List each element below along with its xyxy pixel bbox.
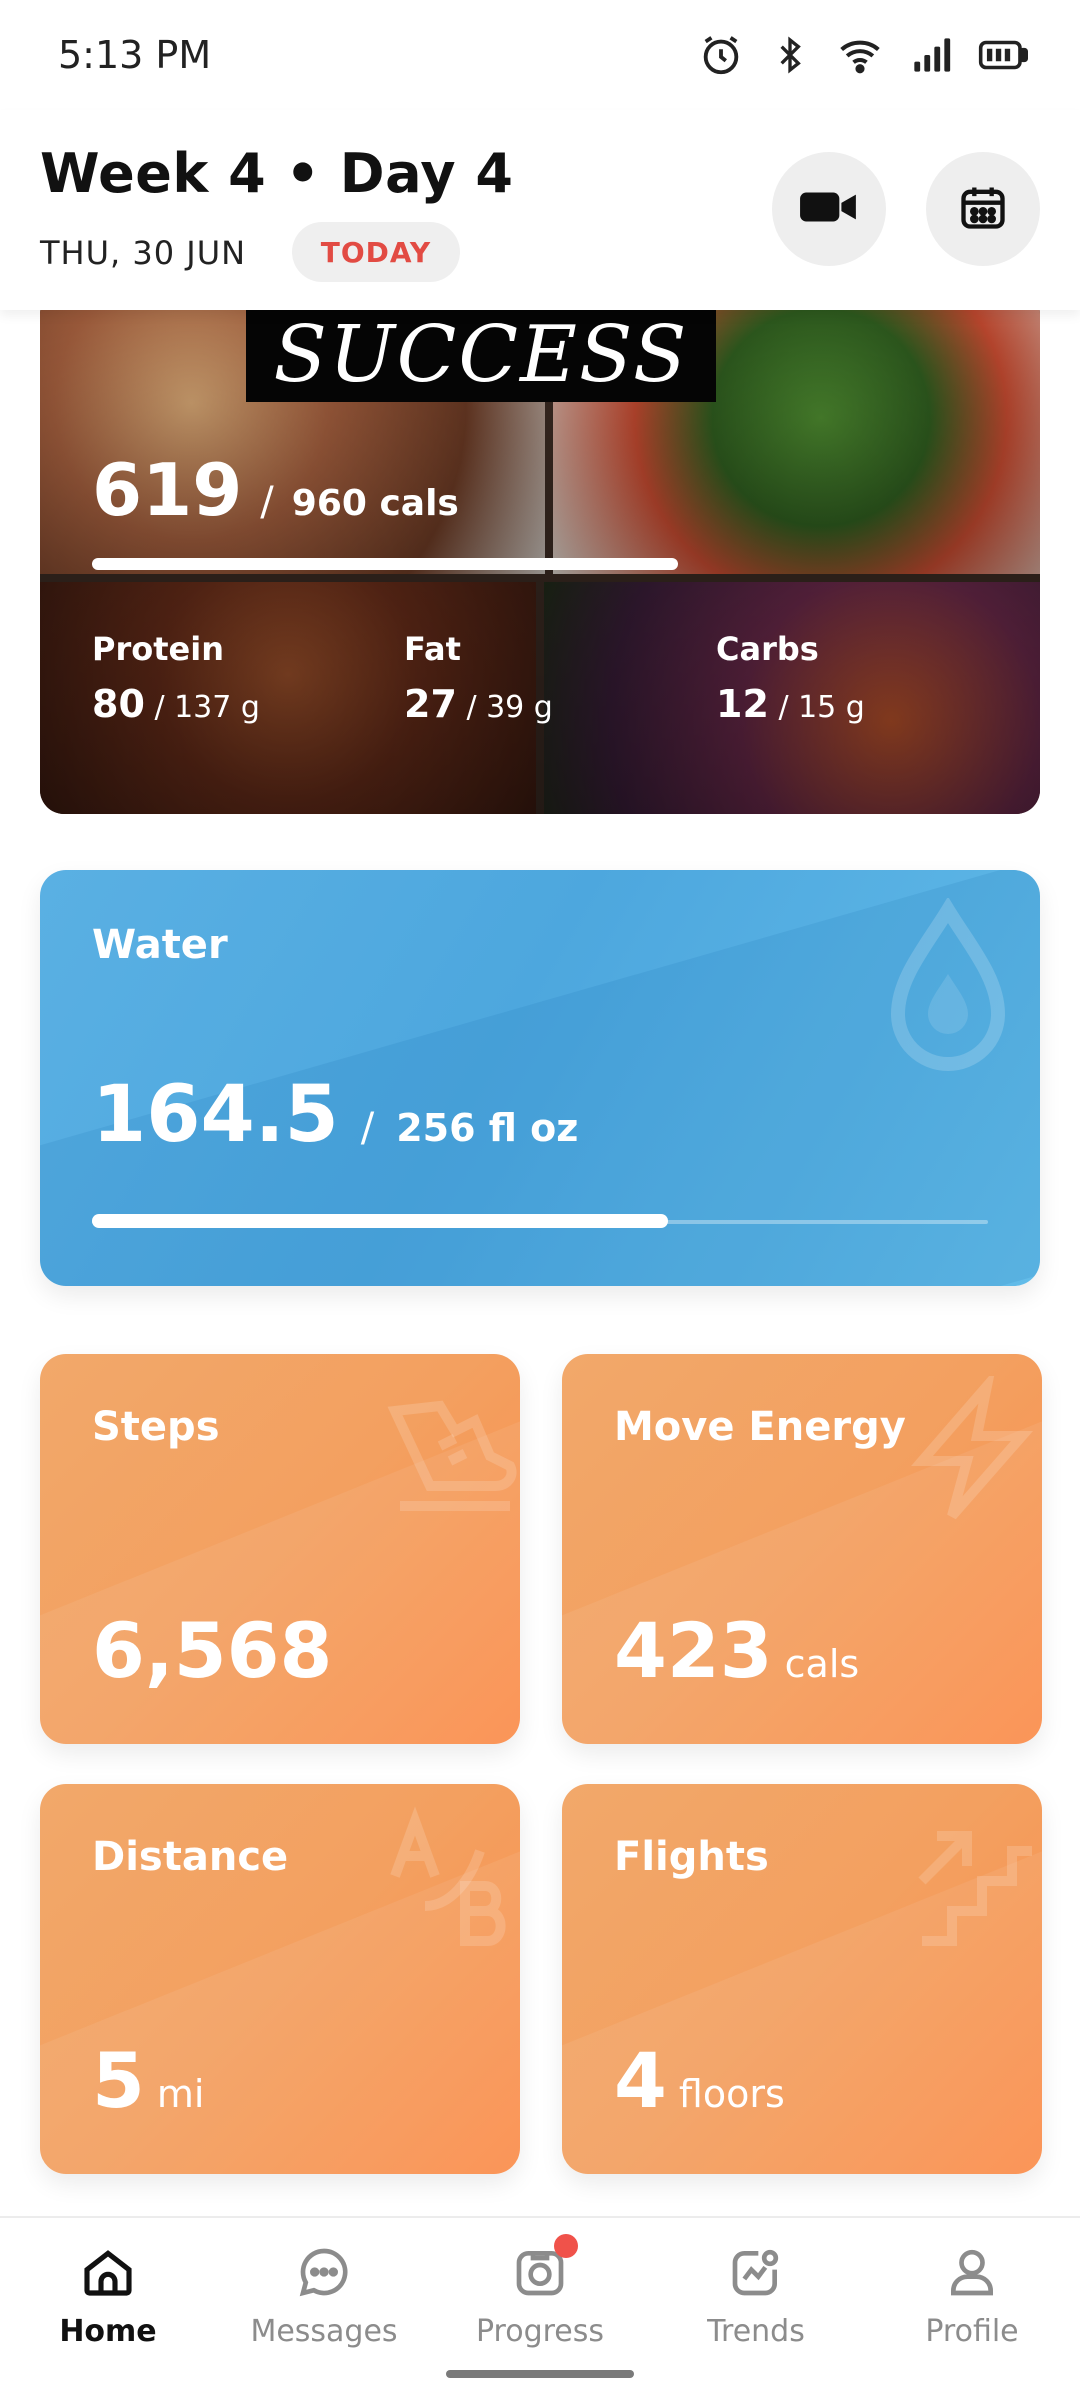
- nav-home[interactable]: Home: [0, 2218, 216, 2400]
- move-energy-readout: 423 cals: [614, 1606, 859, 1695]
- macro-label: Carbs: [716, 630, 819, 668]
- home-icon: [80, 2244, 136, 2300]
- nav-label: Trends: [707, 2314, 805, 2349]
- nav-label: Progress: [475, 2314, 605, 2349]
- steps-tile[interactable]: Steps 6,568: [40, 1354, 520, 1744]
- water-drop-icon: [878, 896, 1018, 1082]
- water-title: Water: [92, 922, 228, 968]
- trends-icon: [728, 2244, 784, 2300]
- signal-icon: [910, 35, 952, 75]
- status-time: 5:13 PM: [58, 33, 212, 77]
- a-to-b-icon: [380, 1806, 520, 1960]
- steps-value: 6,568: [92, 1606, 333, 1695]
- flights-readout: 4 floors: [614, 2036, 785, 2125]
- water-card[interactable]: Water 164.5 / 256 fl oz: [40, 870, 1040, 1286]
- nav-profile[interactable]: Profile: [864, 2218, 1080, 2400]
- macro-carbs: Carbs 12 / 15 g: [716, 630, 865, 726]
- status-bar: 5:13 PM: [0, 0, 1080, 110]
- today-badge[interactable]: TODAY: [292, 222, 460, 282]
- water-slash: /: [360, 1105, 375, 1151]
- calories-goal: 960 cals: [291, 483, 459, 524]
- distance-readout: 5 mi: [92, 2036, 204, 2125]
- move-energy-unit: cals: [784, 1642, 860, 1686]
- video-button[interactable]: [772, 152, 886, 266]
- water-readout: 164.5 / 256 fl oz: [92, 1070, 578, 1160]
- macro-protein: Protein 80 / 137 g: [92, 630, 260, 726]
- page-title: Week 4 • Day 4: [40, 142, 514, 205]
- nav-messages[interactable]: Messages: [216, 2218, 432, 2400]
- dashboard-scroll[interactable]: SUCCESS 619 / 960 cals Protein 80 / 137 …: [0, 310, 1080, 2216]
- distance-unit: mi: [156, 2072, 205, 2116]
- macro-label: Fat: [404, 630, 461, 668]
- move-energy-title: Move Energy: [614, 1404, 906, 1450]
- stairs-icon: [902, 1806, 1042, 1960]
- distance-value: 5: [92, 2036, 145, 2125]
- macro-value: 80 / 137 g: [92, 682, 260, 726]
- video-camera-icon: [798, 185, 860, 233]
- wifi-icon: [836, 33, 884, 77]
- calories-readout: 619 / 960 cals: [92, 448, 459, 532]
- move-energy-value: 423: [614, 1606, 773, 1695]
- flights-value: 4: [614, 2036, 667, 2125]
- nav-label: Profile: [925, 2314, 1019, 2349]
- nav-label: Messages: [250, 2314, 398, 2349]
- water-value: 164.5: [92, 1070, 339, 1160]
- nutrition-card[interactable]: SUCCESS 619 / 960 cals Protein 80 / 137 …: [40, 310, 1040, 814]
- notification-dot: [554, 2234, 578, 2258]
- battery-icon: [978, 37, 1028, 73]
- person-icon: [944, 2244, 1000, 2300]
- move-energy-tile[interactable]: Move Energy 423 cals: [562, 1354, 1042, 1744]
- flights-unit: floors: [678, 2072, 785, 2116]
- calories-progress-bar: [92, 558, 678, 570]
- macro-fat: Fat 27 / 39 g: [404, 630, 553, 726]
- home-indicator[interactable]: [446, 2370, 634, 2378]
- flights-tile[interactable]: Flights 4 floors: [562, 1784, 1042, 2174]
- chat-icon: [296, 2244, 352, 2300]
- nav-label: Home: [59, 2314, 157, 2349]
- nav-trends[interactable]: Trends: [648, 2218, 864, 2400]
- distance-title: Distance: [92, 1834, 289, 1880]
- success-banner: SUCCESS: [246, 310, 716, 402]
- water-progress-fill: [92, 1214, 668, 1228]
- macro-value: 12 / 15 g: [716, 682, 865, 726]
- steps-title: Steps: [92, 1404, 220, 1450]
- page-header: Week 4 • Day 4 THU, 30 JUN TODAY: [0, 110, 1080, 310]
- bluetooth-icon: [770, 32, 810, 78]
- calories-slash: /: [260, 479, 274, 525]
- calories-value: 619: [92, 448, 243, 532]
- camera-icon: [512, 2234, 578, 2300]
- distance-tile[interactable]: Distance 5 mi: [40, 1784, 520, 2174]
- shoe-icon: [370, 1376, 520, 1530]
- macro-label: Protein: [92, 630, 224, 668]
- water-goal: 256 fl oz: [396, 1106, 579, 1150]
- date-label: THU, 30 JUN: [40, 234, 247, 272]
- steps-readout: 6,568: [92, 1606, 344, 1695]
- alarm-icon: [698, 32, 744, 78]
- calendar-button[interactable]: [926, 152, 1040, 266]
- status-icons: [698, 32, 1028, 78]
- calendar-icon: [957, 181, 1009, 237]
- macro-value: 27 / 39 g: [404, 682, 553, 726]
- flights-title: Flights: [614, 1834, 769, 1880]
- lightning-icon: [902, 1368, 1042, 1530]
